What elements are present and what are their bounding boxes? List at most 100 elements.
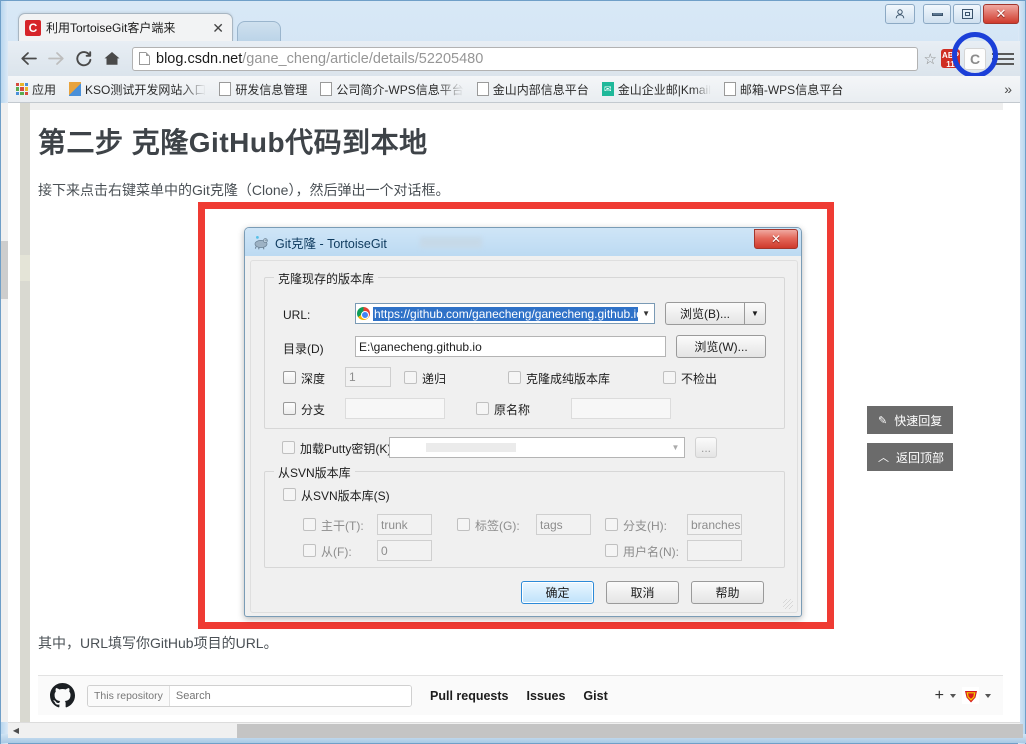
menu-line [992, 62, 1014, 65]
from-revision-input[interactable]: 0 [377, 540, 432, 561]
dialog-resize-grip[interactable] [783, 599, 793, 609]
svn-branch-value: branches [691, 517, 741, 532]
quick-reply-button[interactable]: ✎ 快速回复 [867, 406, 953, 434]
origin-name-checkbox[interactable] [476, 402, 489, 415]
bookmark-internal-platform[interactable]: 金山内部信息平台 [476, 81, 589, 98]
putty-key-value [426, 443, 516, 452]
help-button[interactable]: 帮助 [691, 581, 764, 604]
back-button[interactable] [14, 45, 42, 73]
from-svn-label: 从SVN版本库(S) [301, 489, 390, 503]
horizontal-scrollbar[interactable]: ◀ ▶ [8, 722, 1023, 739]
doc-icon [219, 82, 232, 96]
group-from-svn: 从SVN版本库 从SVN版本库(S) 主干(T): trunk 标签(G): t… [264, 464, 785, 568]
article-paragraph-below: 其中，URL填写你GitHub项目的URL。 [38, 635, 278, 651]
url-combobox[interactable]: https://github.com/ganecheng/ganecheng.g… [355, 303, 655, 324]
maximize-button[interactable] [953, 4, 981, 24]
horizontal-scrollbar-thumb[interactable] [237, 724, 1023, 738]
browser-tab-active[interactable]: C 利用TortoiseGit客户端来 ✕ [18, 13, 233, 41]
directory-browse-button[interactable]: 浏览(W)... [676, 335, 766, 358]
address-bar[interactable]: blog.csdn.net/gane_cheng/article/details… [132, 46, 918, 71]
branch-label: 分支 [301, 403, 326, 417]
github-create-new-button[interactable]: + [935, 687, 944, 705]
bookmark-label: 应用 [32, 82, 57, 97]
github-link-pull-requests[interactable]: Pull requests [430, 689, 509, 703]
trunk-checkbox[interactable] [303, 518, 316, 531]
github-search-scope[interactable]: This repository [88, 685, 170, 706]
reload-button[interactable] [70, 45, 98, 73]
bookmark-apps[interactable]: 应用 [16, 81, 56, 98]
page-info-icon [139, 52, 150, 65]
close-window-button[interactable]: ✕ [983, 4, 1019, 24]
vertical-scrollbar[interactable] [1, 103, 8, 722]
url-value: https://github.com/ganecheng/ganecheng.g… [373, 306, 639, 321]
back-to-top-button[interactable]: ︿ 返回顶部 [867, 443, 953, 471]
menu-line [992, 57, 1014, 60]
github-logo-icon[interactable] [50, 683, 75, 708]
group-clone-title: 克隆现存的版本库 [274, 270, 379, 287]
bookmark-company-intro[interactable]: 公司简介-WPS信息平台 [320, 81, 464, 98]
home-button[interactable] [98, 45, 126, 73]
url-browse-dropdown[interactable]: ▼ [744, 302, 766, 325]
depth-checkbox[interactable] [283, 371, 296, 384]
depth-input[interactable]: 1 [345, 367, 391, 387]
vertical-scrollbar-thumb[interactable] [1, 241, 8, 299]
chrome-menu-button[interactable] [992, 52, 1014, 65]
svn-branch-checkbox[interactable] [605, 518, 618, 531]
chevron-down-icon[interactable]: ▼ [638, 304, 654, 323]
bookmark-mailbox-wps[interactable]: 邮箱-WPS信息平台 [723, 81, 843, 98]
bookmark-label: 公司简介-WPS信息平台 [336, 82, 464, 97]
branch-input[interactable] [345, 398, 445, 419]
putty-key-label: 加载Putty密钥(K) [300, 442, 392, 456]
trunk-input[interactable]: trunk [377, 514, 432, 535]
directory-input[interactable]: E:\ganecheng.github.io [355, 336, 666, 357]
from-svn-checkbox[interactable] [283, 488, 296, 501]
putty-key-browse-button[interactable]: ... [695, 437, 717, 458]
doc-icon [320, 82, 333, 96]
recursive-checkbox[interactable] [404, 371, 417, 384]
new-tab-button[interactable] [237, 21, 281, 41]
red-highlight-box: Git克隆 - TortoiseGit ✕ 克隆现存的版本库 URL: http… [198, 202, 834, 629]
svn-branch-input[interactable]: branches [687, 514, 742, 535]
github-link-gist[interactable]: Gist [583, 689, 607, 703]
user-account-button[interactable] [885, 4, 915, 24]
branch-checkbox[interactable] [283, 402, 296, 415]
scroll-left-arrow-icon[interactable]: ◀ [8, 723, 24, 739]
github-search-box[interactable]: This repository [87, 684, 412, 707]
forward-button[interactable] [42, 45, 70, 73]
bookmark-kso[interactable]: KSO测试开发网站入口 [69, 81, 206, 98]
tags-checkbox[interactable] [457, 518, 470, 531]
wps-icon [69, 82, 82, 96]
github-link-issues[interactable]: Issues [527, 689, 566, 703]
bookmarks-overflow-button[interactable]: » [1004, 81, 1012, 97]
chevron-down-icon[interactable] [985, 693, 991, 698]
from-revision-checkbox[interactable] [303, 544, 316, 557]
bookmark-kmail[interactable]: 金山企业邮|Kmail [601, 81, 711, 98]
url-text: blog.csdn.net/gane_cheng/article/details… [156, 51, 483, 67]
putty-key-checkbox[interactable] [282, 441, 295, 454]
cancel-button[interactable]: 取消 [606, 581, 679, 604]
dialog-close-button[interactable]: ✕ [754, 229, 798, 249]
bookmark-label: 金山企业邮|Kmail [617, 82, 711, 97]
github-search-input[interactable] [169, 685, 411, 706]
bare-clone-checkbox[interactable] [508, 371, 521, 384]
bookmark-rd-info[interactable]: 研发信息管理 [219, 81, 307, 98]
putty-key-combobox[interactable]: ▼ [389, 437, 685, 458]
username-input[interactable] [687, 540, 742, 561]
mail-icon [601, 82, 614, 96]
tags-input[interactable]: tags [536, 514, 591, 535]
origin-name-input[interactable] [571, 398, 671, 419]
bare-clone-label: 克隆成纯版本库 [526, 372, 611, 386]
no-checkout-checkbox[interactable] [663, 371, 676, 384]
csdn-extension-icon[interactable]: C [964, 47, 986, 70]
ok-button[interactable]: 确定 [521, 581, 594, 604]
tab-close-icon[interactable]: ✕ [212, 21, 226, 35]
username-checkbox[interactable] [605, 544, 618, 557]
adblock-plus-icon[interactable]: ABP 11 [941, 49, 960, 69]
bookmark-star-icon[interactable]: ☆ [924, 50, 937, 68]
url-browse-button[interactable]: 浏览(B)... [665, 302, 744, 325]
chevron-down-icon[interactable] [950, 693, 956, 698]
avatar[interactable] [962, 687, 979, 704]
tab-strip: C 利用TortoiseGit客户端来 ✕ ✕ [1, 1, 1026, 41]
minimize-button[interactable] [923, 4, 951, 24]
chevron-down-icon[interactable]: ▼ [667, 438, 684, 457]
